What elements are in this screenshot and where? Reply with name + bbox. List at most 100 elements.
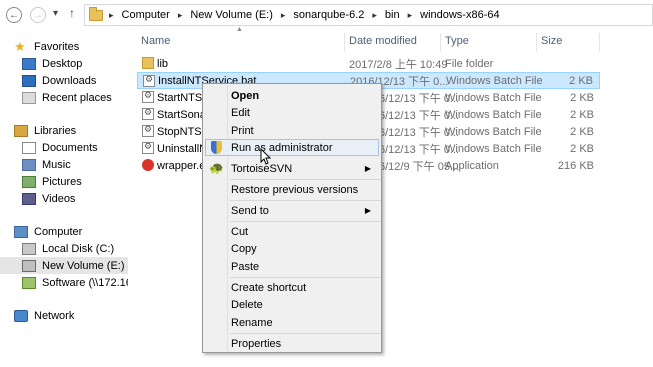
pictures-icon	[22, 175, 36, 188]
nav-desktop[interactable]: Desktop	[0, 55, 128, 72]
context-menu: Open Edit Print Run as administrator 🐢 T…	[202, 83, 382, 353]
breadcrumb-computer[interactable]: Computer	[122, 9, 170, 21]
network-icon	[14, 309, 28, 322]
videos-icon	[22, 192, 36, 205]
file-type: Application	[445, 159, 499, 172]
menu-item-create-shortcut[interactable]: Create shortcut	[205, 279, 379, 296]
nav-network[interactable]: Network	[0, 307, 128, 324]
file-type: Windows Batch File	[446, 74, 543, 87]
nav-recent-places[interactable]: Recent places	[0, 89, 128, 106]
nav-libraries[interactable]: Libraries	[0, 122, 128, 139]
tortoisesvn-icon: 🐢	[209, 161, 224, 175]
column-header-size[interactable]: Size	[541, 35, 562, 47]
file-size: 216 KB	[557, 159, 594, 172]
menu-item-cut[interactable]: Cut	[205, 223, 379, 240]
application-icon	[142, 159, 154, 171]
nav-music[interactable]: Music	[0, 156, 128, 173]
nav-label: Documents	[42, 141, 98, 154]
navigation-bar: ← → ▾ ↑ ▸ Computer ▸ New Volume (E:) ▸ s…	[0, 0, 653, 30]
file-type: Windows Batch File	[445, 91, 542, 104]
nav-label: Desktop	[42, 57, 83, 70]
column-header-type[interactable]: Type	[445, 35, 469, 47]
menu-item-edit[interactable]: Edit	[205, 104, 379, 121]
menu-item-copy[interactable]: Copy	[205, 240, 379, 257]
breadcrumb-sonarqube[interactable]: sonarqube-6.2	[293, 9, 364, 21]
nav-pictures[interactable]: Pictures	[0, 173, 128, 190]
menu-separator	[230, 333, 381, 334]
back-button[interactable]: ←	[6, 7, 22, 23]
drive-icon	[22, 259, 36, 272]
folder-icon	[89, 6, 103, 21]
menu-separator	[230, 200, 381, 201]
submenu-arrow-icon: ▶	[364, 164, 371, 173]
menu-item-open[interactable]: Open	[205, 87, 379, 104]
menu-item-send-to[interactable]: Send to ▶	[205, 202, 379, 219]
column-header-name[interactable]: Name	[141, 35, 170, 47]
breadcrumb-chevron-icon[interactable]: ▸	[109, 10, 114, 21]
column-divider[interactable]	[440, 33, 441, 51]
breadcrumb-new-volume[interactable]: New Volume (E:)	[190, 9, 273, 21]
nav-label: Favorites	[34, 40, 80, 53]
uac-shield-icon	[211, 141, 222, 154]
recent-locations-dropdown-icon[interactable]: ▾	[53, 8, 58, 19]
nav-favorites[interactable]: ★ Favorites	[0, 38, 128, 55]
breadcrumb-windows-x86-64[interactable]: windows-x86-64	[420, 9, 499, 21]
libraries-icon	[14, 124, 28, 137]
nav-label: Music	[42, 158, 71, 171]
menu-item-label: Send to	[231, 204, 269, 217]
mouse-cursor-icon	[260, 148, 272, 165]
column-header-date[interactable]: Date modified	[349, 35, 417, 47]
batch-file-icon	[142, 124, 154, 137]
computer-icon	[14, 225, 28, 238]
desktop-icon	[22, 57, 36, 70]
file-row[interactable]: lib 2017/2/8 上午 10:49 File folder	[137, 55, 600, 72]
column-divider[interactable]	[536, 33, 537, 51]
file-type: File folder	[445, 57, 494, 70]
breadcrumb-chevron-icon[interactable]: ▸	[408, 10, 413, 21]
file-size: 2 KB	[570, 142, 594, 155]
file-name: lib	[157, 57, 169, 70]
forward-button[interactable]: →	[30, 7, 46, 23]
nav-label: Downloads	[42, 74, 97, 87]
column-divider[interactable]	[599, 33, 600, 51]
nav-label: Libraries	[34, 124, 77, 137]
menu-item-paste[interactable]: Paste	[205, 258, 379, 275]
nav-label: Computer	[34, 225, 83, 238]
menu-item-properties[interactable]: Properties	[205, 335, 379, 352]
column-divider[interactable]	[344, 33, 345, 51]
file-name: UninstallN	[157, 142, 208, 155]
nav-downloads[interactable]: Downloads	[0, 72, 128, 89]
nav-documents[interactable]: Documents	[0, 139, 128, 156]
downloads-icon	[22, 74, 36, 87]
up-level-icon[interactable]: ↑	[69, 6, 75, 20]
network-drive-icon	[22, 276, 36, 289]
menu-item-label: Run as administrator	[231, 141, 333, 154]
file-size: 2 KB	[570, 91, 594, 104]
menu-item-tortoisesvn[interactable]: 🐢 TortoiseSVN ▶	[205, 160, 379, 177]
address-bar[interactable]: ▸ Computer ▸ New Volume (E:) ▸ sonarqube…	[84, 4, 653, 26]
nav-label: Network	[34, 309, 75, 322]
column-headers: Name Date modified Type Size	[137, 33, 600, 51]
breadcrumb-chevron-icon[interactable]: ▸	[372, 10, 377, 21]
menu-item-run-as-administrator[interactable]: Run as administrator	[205, 139, 379, 156]
nav-local-disk-c[interactable]: Local Disk (C:)	[0, 240, 128, 257]
file-type: Windows Batch File	[445, 125, 542, 138]
nav-software-network-drive[interactable]: Software (\\172.16.4	[0, 274, 128, 291]
nav-new-volume-e[interactable]: New Volume (E:)	[0, 257, 128, 274]
menu-item-delete[interactable]: Delete	[205, 296, 379, 313]
breadcrumb-chevron-icon[interactable]: ▸	[281, 10, 286, 21]
local-disk-icon	[22, 242, 36, 255]
file-type: Windows Batch File	[445, 108, 542, 121]
nav-label: Videos	[42, 192, 76, 205]
menu-item-rename[interactable]: Rename	[205, 314, 379, 331]
breadcrumb-bin[interactable]: bin	[385, 9, 400, 21]
nav-label: Pictures	[42, 175, 82, 188]
menu-item-restore-previous-versions[interactable]: Restore previous versions	[205, 181, 379, 198]
nav-computer[interactable]: Computer	[0, 223, 128, 240]
batch-file-icon	[143, 74, 155, 87]
breadcrumb-chevron-icon[interactable]: ▸	[178, 10, 183, 21]
menu-item-print[interactable]: Print	[205, 122, 379, 139]
nav-videos[interactable]: Videos	[0, 190, 128, 207]
folder-icon	[142, 57, 154, 69]
nav-label: Local Disk (C:)	[42, 242, 115, 255]
